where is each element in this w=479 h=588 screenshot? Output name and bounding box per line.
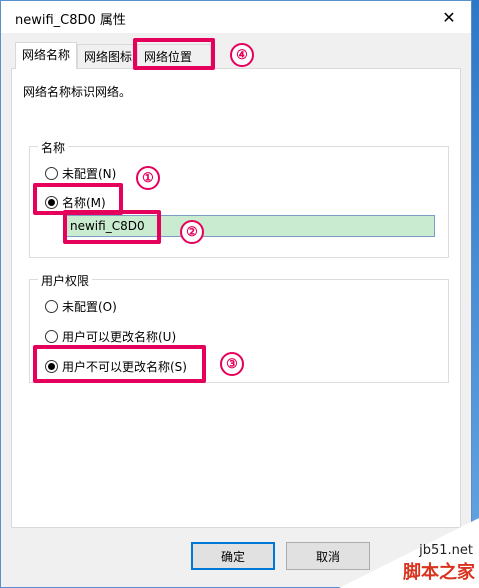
permission-group-legend: 用户权限 [38,272,93,289]
callout-1: ① [136,166,160,190]
close-icon: ✕ [442,7,456,27]
radio-button[interactable] [45,167,58,180]
callout-3: ③ [220,352,244,376]
callout-4: ④ [230,43,254,67]
radio-label: 未配置(N) [62,167,117,181]
radio-button[interactable] [45,360,58,373]
radio-permission-unconfigured[interactable]: 未配置(O) [45,298,117,315]
radio-button[interactable] [45,330,58,343]
radio-button[interactable] [45,300,58,313]
radio-name-unconfigured[interactable]: 未配置(N) [45,165,116,182]
ok-button[interactable]: 确定 [191,542,275,570]
radio-label: 名称(M) [62,196,106,210]
cancel-button[interactable]: 取消 [286,542,370,570]
radio-label: 用户不可以更改名称(S) [62,360,187,374]
radio-label: 用户可以更改名称(U) [62,330,177,344]
callout-2: ② [180,220,204,244]
name-group-legend: 名称 [38,139,69,156]
window-title: newifi_C8D0 属性 [15,13,126,28]
close-button[interactable]: ✕ [427,1,471,33]
radio-permission-cannot-change[interactable]: 用户不可以更改名称(S) [45,358,187,375]
radio-button[interactable] [45,196,58,209]
radio-label: 未配置(O) [62,300,117,314]
network-name-input[interactable] [65,215,435,237]
radio-permission-can-change[interactable]: 用户可以更改名称(U) [45,328,176,345]
description-text: 网络名称标识网络。 [23,85,132,99]
tab-network-location[interactable]: 网络位置 [137,44,211,68]
properties-dialog: newifi_C8D0 属性 ✕ 网络名称 网络图标 网络位置 网络名称标识网络… [0,0,472,588]
radio-name-custom[interactable]: 名称(M) [45,194,106,211]
tab-network-icon[interactable]: 网络图标 [77,44,137,68]
tab-network-name[interactable]: 网络名称 [15,42,77,69]
title-bar[interactable]: newifi_C8D0 属性 ✕ [1,1,471,33]
